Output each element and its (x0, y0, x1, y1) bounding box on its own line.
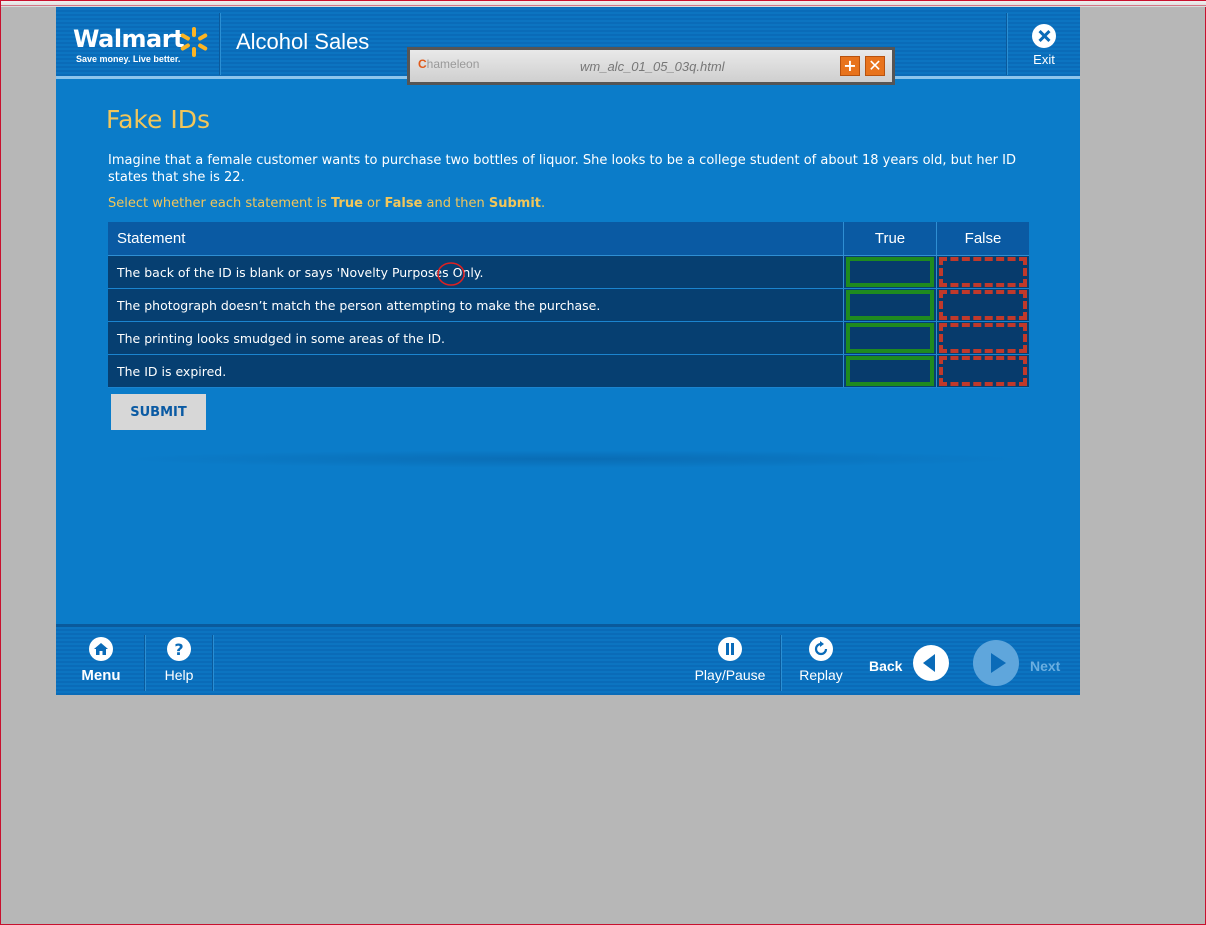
page-title: Fake IDs (106, 105, 210, 134)
header-divider (1006, 13, 1007, 75)
play-pause-button[interactable]: Play/Pause (694, 637, 766, 683)
menu-button[interactable]: Menu (76, 637, 126, 684)
exit-label: Exit (1033, 52, 1055, 67)
next-label[interactable]: Next (1030, 658, 1060, 674)
false-drop-target[interactable] (939, 257, 1027, 287)
question-table: Statement True False The back of the ID … (108, 222, 1029, 388)
footer-divider (780, 635, 781, 691)
back-label[interactable]: Back (869, 658, 902, 674)
true-cell (843, 289, 936, 321)
column-header-true: True (843, 222, 936, 255)
table-row: The printing looks smudged in some areas… (108, 322, 1029, 355)
next-arrow-icon[interactable] (973, 640, 1019, 686)
content-shadow (116, 450, 1026, 468)
replay-icon (809, 637, 833, 661)
false-drop-target[interactable] (939, 323, 1027, 353)
pause-icon (718, 637, 742, 661)
submit-button[interactable]: SUBMIT (111, 394, 206, 430)
column-header-statement: Statement (117, 230, 186, 247)
table-header-row: Statement True False (108, 222, 1029, 256)
table-row: The back of the ID is blank or says 'Nov… (108, 256, 1029, 289)
false-cell (936, 256, 1029, 288)
scenario-text: Imagine that a female customer wants to … (108, 153, 1016, 185)
logo-wordmark: Walmart (73, 25, 185, 53)
exit-button[interactable]: Exit (1022, 21, 1066, 71)
column-header-false: False (936, 222, 1029, 255)
home-icon (89, 637, 113, 661)
replay-label: Replay (799, 667, 843, 683)
true-cell (843, 355, 936, 387)
statement-text: The photograph doesn’t match the person … (117, 297, 601, 313)
false-cell (936, 289, 1029, 321)
close-icon[interactable]: ✕ (865, 56, 885, 76)
help-icon: ? (167, 637, 191, 661)
footer-divider (212, 635, 213, 691)
play-pause-label: Play/Pause (694, 667, 766, 683)
walmart-logo: Walmart Save money. Live better. (73, 25, 213, 67)
statement-text: The ID is expired. (117, 363, 227, 379)
true-drop-target[interactable] (846, 323, 934, 353)
chameleon-logo: Chameleon (418, 57, 480, 71)
table-row: The ID is expired. (108, 355, 1029, 388)
false-cell (936, 355, 1029, 387)
header-divider (219, 13, 220, 75)
course-title: Alcohol Sales (236, 29, 370, 54)
replay-button[interactable]: Replay (796, 637, 846, 683)
true-drop-target[interactable] (846, 257, 934, 287)
spark-icon (180, 27, 208, 57)
true-cell (843, 256, 936, 288)
true-drop-target[interactable] (846, 290, 934, 320)
help-label: Help (164, 667, 194, 683)
table-row: The photograph doesn’t match the person … (108, 289, 1029, 322)
back-arrow-icon[interactable] (913, 645, 949, 681)
statement-text: The printing looks smudged in some areas… (117, 330, 445, 346)
footer-bar: Menu ? Help Play/Pause Replay Back Next (56, 624, 1080, 695)
footer-divider (144, 635, 145, 691)
chameleon-filename: wm_alc_01_05_03q.html (580, 59, 725, 74)
true-drop-target[interactable] (846, 356, 934, 386)
course-player: Walmart Save money. Live better. Alcohol… (56, 7, 1080, 695)
menu-label: Menu (81, 667, 121, 684)
false-drop-target[interactable] (939, 290, 1027, 320)
instruction-text: Select whether each statement is True or… (108, 196, 546, 211)
logo-tagline: Save money. Live better. (76, 54, 181, 64)
chameleon-toolbar: Chameleon wm_alc_01_05_03q.html + ✕ (407, 47, 895, 85)
false-cell (936, 322, 1029, 354)
plus-icon[interactable]: + (840, 56, 860, 76)
false-drop-target[interactable] (939, 356, 1027, 386)
true-cell (843, 322, 936, 354)
chameleon-toolbar-inner: Chameleon wm_alc_01_05_03q.html + ✕ (410, 50, 892, 82)
help-button[interactable]: ? Help (156, 637, 202, 683)
red-circle-annotation (437, 262, 465, 286)
close-icon (1032, 24, 1056, 48)
statement-text: The back of the ID is blank or says 'Nov… (108, 256, 843, 288)
